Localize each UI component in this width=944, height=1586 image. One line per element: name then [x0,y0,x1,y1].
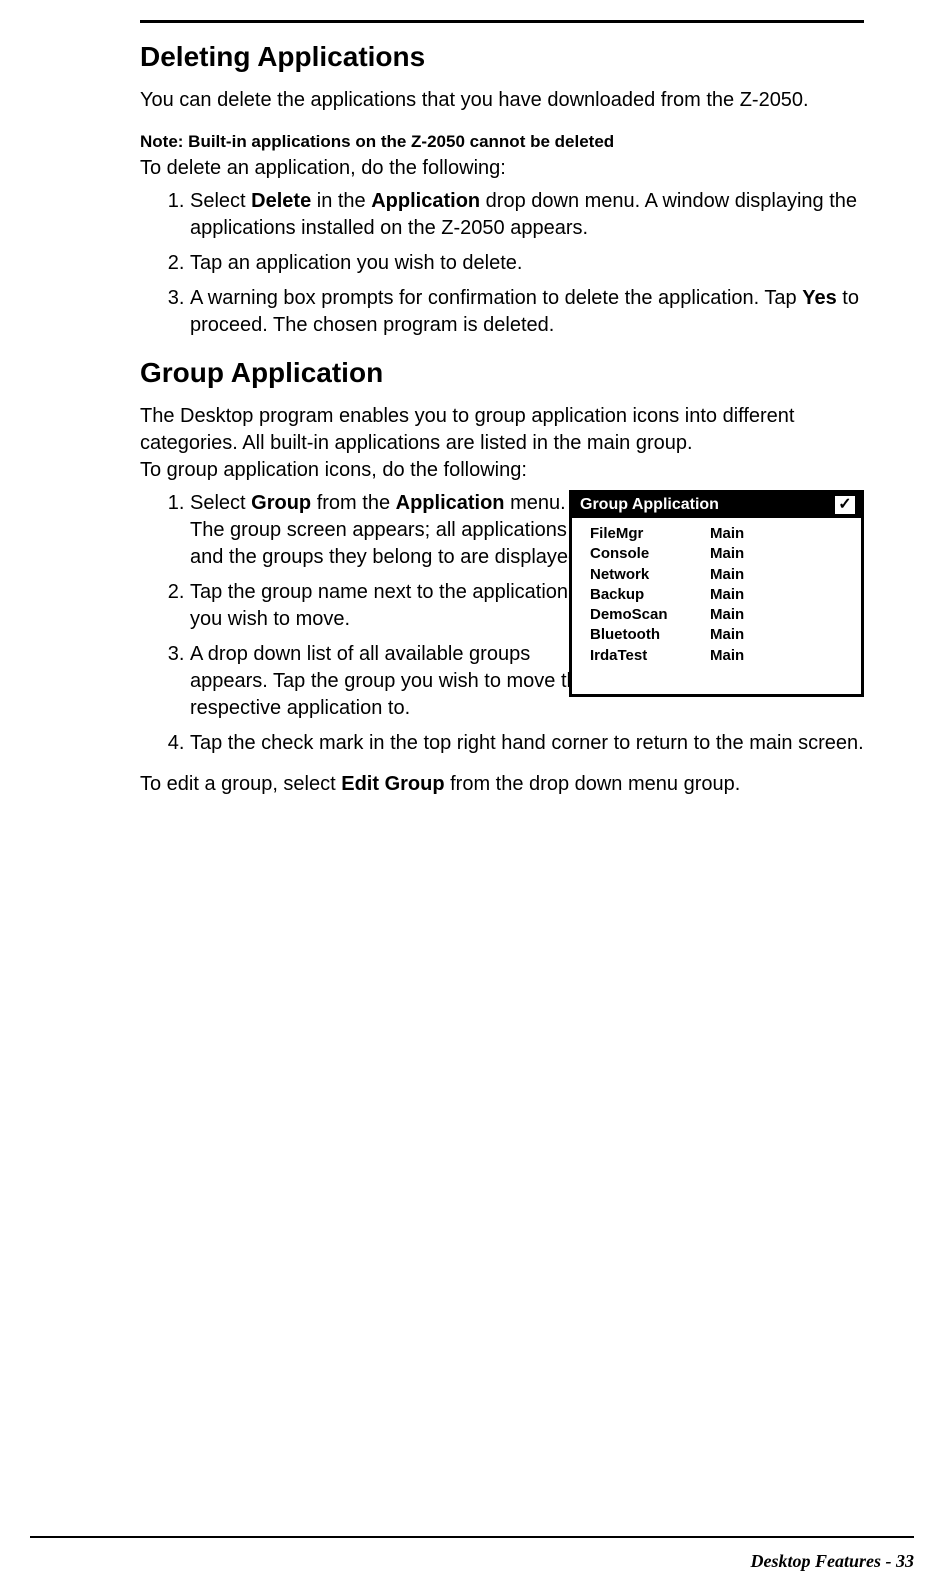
list-item[interactable]: NetworkMain [590,565,851,585]
deleting-intro: You can delete the applications that you… [140,87,864,114]
group-name[interactable]: Main [710,585,744,605]
group-application-window: Group Application ✓ FileMgrMain ConsoleM… [569,490,864,697]
page-bottom-rule [30,1536,914,1538]
list-item[interactable]: BackupMain [590,585,851,605]
page-top-rule [140,20,864,23]
heading-group-application: Group Application [140,357,864,389]
group-application-title: Group Application [580,496,719,514]
group-step-2: Tap the group name next to the applicati… [190,579,600,633]
text: A warning box prompts for confirmation t… [190,287,802,309]
group-step-1: Select Group from the Application menu. … [190,490,600,571]
group-step-3: A drop down list of all available groups… [190,641,600,722]
group-lead: To group application icons, do the follo… [140,457,864,484]
app-name: FileMgr [590,524,710,544]
group-name[interactable]: Main [710,646,744,666]
deleting-steps: Select Delete in the Application drop do… [140,188,864,339]
deleting-step-3: A warning box prompts for confirmation t… [190,285,864,339]
text-bold: Application [396,492,505,514]
group-outro: To edit a group, select Edit Group from … [140,771,864,798]
text: from the drop down menu group. [445,773,741,795]
text: To edit a group, select [140,773,341,795]
group-name[interactable]: Main [710,524,744,544]
group-step-4: Tap the check mark in the top right hand… [190,730,864,757]
deleting-step-2: Tap an application you wish to delete. [190,250,864,277]
list-item[interactable]: IrdaTestMain [590,646,851,666]
app-name: Backup [590,585,710,605]
text-bold: Yes [802,287,836,309]
deleting-note: Note: Built-in applications on the Z-205… [140,132,864,152]
group-intro: The Desktop program enables you to group… [140,403,864,457]
app-name: DemoScan [590,605,710,625]
list-item[interactable]: FileMgrMain [590,524,851,544]
text-bold: Application [371,190,480,212]
group-name[interactable]: Main [710,625,744,645]
list-item[interactable]: ConsoleMain [590,544,851,564]
text: in the [311,190,371,212]
group-application-list: FileMgrMain ConsoleMain NetworkMain Back… [572,518,861,694]
deleting-lead: To delete an application, do the followi… [140,155,864,182]
app-name: Bluetooth [590,625,710,645]
deleting-step-1: Select Delete in the Application drop do… [190,188,864,242]
text: from the [311,492,395,514]
list-item[interactable]: DemoScanMain [590,605,851,625]
group-name[interactable]: Main [710,605,744,625]
check-icon[interactable]: ✓ [835,496,855,514]
group-name[interactable]: Main [710,565,744,585]
page-footer: Desktop Features - 33 [751,1551,915,1572]
text-bold: Edit Group [341,773,444,795]
app-name: Console [590,544,710,564]
text: Select [190,492,251,514]
app-name: IrdaTest [590,646,710,666]
text: Select [190,190,251,212]
group-name[interactable]: Main [710,544,744,564]
app-name: Network [590,565,710,585]
text-bold: Delete [251,190,311,212]
heading-deleting-applications: Deleting Applications [140,41,864,73]
list-item[interactable]: BluetoothMain [590,625,851,645]
group-application-titlebar: Group Application ✓ [572,493,861,518]
text-bold: Group [251,492,311,514]
